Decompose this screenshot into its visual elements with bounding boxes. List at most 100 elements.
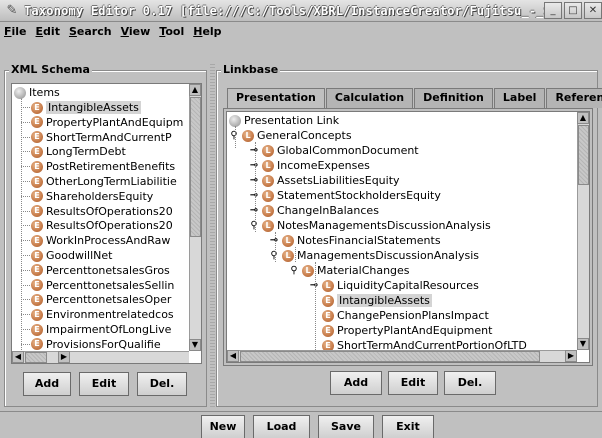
scroll-left-arrow-icon[interactable]: ◀ bbox=[227, 350, 239, 362]
schema-item[interactable]: E PostRetirementBenefits bbox=[31, 159, 175, 174]
collapsed-toggle-icon[interactable]: ⊸ bbox=[309, 280, 319, 291]
linkbase-legend: Linkbase bbox=[221, 63, 281, 76]
schema-item[interactable]: E GoodwillNet bbox=[31, 248, 112, 263]
schema-item[interactable]: E PercenttonetsalesOper bbox=[31, 292, 171, 307]
presentation-tree[interactable]: Presentation Link ⚲ L GeneralConcepts ⊸ L Glob… bbox=[226, 111, 590, 363]
schema-item[interactable]: E PercenttonetsalesGros bbox=[31, 263, 170, 278]
expanded-toggle-icon[interactable]: ⚲ bbox=[289, 265, 299, 276]
exit-button[interactable]: Exit bbox=[382, 415, 434, 438]
expanded-toggle-icon[interactable]: ⚲ bbox=[269, 250, 279, 261]
linkbase-edit-button[interactable]: Edit bbox=[388, 371, 438, 395]
tree-node[interactable]: ⊸ L LiquidityCapitalResources bbox=[309, 278, 479, 293]
schema-item[interactable]: E ImpairmentOfLongLive bbox=[31, 322, 171, 337]
link-node-icon: L bbox=[262, 144, 274, 157]
presentation-vertical-scrollbar[interactable]: ▲ ▼ bbox=[577, 112, 589, 350]
collapsed-toggle-icon[interactable]: ⊸ bbox=[249, 205, 259, 216]
scroll-left-arrow-icon[interactable]: ◀ bbox=[12, 351, 24, 363]
schema-item[interactable]: E WorkInProcessAndRaw bbox=[31, 233, 170, 248]
tree-node[interactable]: ⚲ L ManagementsDiscussionAnalysis bbox=[269, 248, 479, 263]
scroll-thumb[interactable] bbox=[190, 97, 201, 237]
schema-vertical-scrollbar[interactable]: ▲ ▼ bbox=[189, 84, 201, 351]
scroll-thumb-horizontal[interactable] bbox=[240, 351, 540, 362]
schema-item[interactable]: E ResultsOfOperations20 bbox=[31, 204, 173, 219]
schema-item[interactable]: E Environmentrelatedcos bbox=[31, 307, 174, 322]
load-button[interactable]: Load bbox=[253, 415, 310, 438]
element-node-icon: E bbox=[31, 323, 43, 336]
element-node-icon: E bbox=[31, 116, 43, 129]
tree-node[interactable]: ⊸ L IncomeExpenses bbox=[249, 158, 370, 173]
presentation-horizontal-scrollbar[interactable]: ◀ ▶ bbox=[227, 350, 577, 362]
bottom-toolbar: New Load Save Exit bbox=[0, 411, 602, 438]
folder-root-icon bbox=[14, 86, 26, 99]
collapsed-toggle-icon[interactable]: ⊸ bbox=[249, 175, 259, 186]
tree-node[interactable]: E IntangibleAssets bbox=[322, 293, 432, 308]
tree-node[interactable]: ⚲ L NotesManagementsDiscussionAnalysis bbox=[249, 218, 491, 233]
link-node-icon: L bbox=[262, 189, 274, 202]
schema-item[interactable]: E PercenttonetsalesSellin bbox=[31, 278, 174, 293]
tree-node[interactable]: E ChangePensionPlansImpact bbox=[322, 308, 489, 323]
tab-presentation[interactable]: Presentation bbox=[227, 88, 325, 109]
menu-view[interactable]: View bbox=[121, 25, 151, 38]
close-button[interactable]: ✕ bbox=[584, 2, 602, 19]
schema-delete-button[interactable]: Del. bbox=[137, 372, 187, 396]
scroll-right-arrow-icon[interactable]: ▶ bbox=[565, 350, 577, 362]
tree-node[interactable]: ⚲ L MaterialChanges bbox=[289, 263, 409, 278]
schema-item[interactable]: E ResultsOfOperations20 bbox=[31, 218, 173, 233]
expanded-toggle-icon[interactable]: ⚲ bbox=[249, 220, 259, 231]
menu-search[interactable]: Search bbox=[69, 25, 112, 38]
scroll-up-arrow-icon[interactable]: ▲ bbox=[189, 84, 201, 96]
tab-definition[interactable]: Definition bbox=[414, 88, 493, 108]
schema-item[interactable]: E ShareholdersEquity bbox=[31, 189, 153, 204]
linkbase-delete-button[interactable]: Del. bbox=[444, 371, 496, 395]
tab-label[interactable]: Label bbox=[493, 88, 546, 108]
schema-add-button[interactable]: Add bbox=[23, 372, 71, 396]
minimize-button[interactable]: _ bbox=[544, 2, 562, 19]
schema-item[interactable]: E IntangibleAssets bbox=[31, 100, 141, 115]
menu-file[interactable]: File bbox=[4, 25, 27, 38]
link-node-icon: L bbox=[262, 159, 274, 172]
collapsed-toggle-icon[interactable]: ⊸ bbox=[249, 145, 259, 156]
element-node-icon: E bbox=[31, 175, 43, 188]
schema-item[interactable]: E ShortTermAndCurrentP bbox=[31, 130, 172, 145]
save-button[interactable]: Save bbox=[318, 415, 374, 438]
scroll-thumb[interactable] bbox=[578, 125, 589, 185]
schema-tree[interactable]: Items E IntangibleAssets E PropertyPlantAnd… bbox=[11, 83, 202, 364]
tree-node[interactable]: ⊸ L GlobalCommonDocument bbox=[249, 143, 419, 158]
menu-edit[interactable]: Edit bbox=[36, 25, 60, 38]
schema-item-label: PercenttonetsalesSellin bbox=[46, 278, 175, 292]
scroll-up-arrow-icon[interactable]: ▲ bbox=[577, 112, 589, 124]
schema-horizontal-scrollbar[interactable]: ◀ ▶ bbox=[12, 351, 189, 363]
collapsed-toggle-icon[interactable]: ⊸ bbox=[249, 160, 259, 171]
schema-item-label: ResultsOfOperations20 bbox=[46, 219, 173, 233]
linkbase-add-button[interactable]: Add bbox=[330, 371, 382, 395]
tree-node[interactable]: Presentation Link bbox=[229, 113, 339, 128]
schema-item[interactable]: E ProvisionsForQualifie bbox=[31, 337, 161, 352]
tab-calculation[interactable]: Calculation bbox=[325, 88, 414, 108]
scroll-down-arrow-icon[interactable]: ▼ bbox=[577, 338, 589, 350]
tree-node[interactable]: ⊸ L AssetsLiabilitiesEquity bbox=[249, 173, 400, 188]
collapsed-toggle-icon[interactable]: ⊸ bbox=[269, 235, 279, 246]
scroll-thumb-horizontal[interactable] bbox=[25, 352, 47, 363]
scroll-right-arrow-icon[interactable]: ▶ bbox=[58, 351, 70, 363]
menu-tool[interactable]: Tool bbox=[159, 25, 184, 38]
schema-item[interactable]: E OtherLongTermLiabilitie bbox=[31, 174, 177, 189]
schema-item-label: PercenttonetsalesOper bbox=[46, 293, 172, 307]
schema-item[interactable]: E LongTermDebt bbox=[31, 144, 126, 159]
tree-node[interactable]: E PropertyPlantAndEquipment bbox=[322, 323, 492, 338]
maximize-button[interactable]: □ bbox=[564, 2, 582, 19]
tree-node[interactable]: ⊸ L NotesFinancialStatements bbox=[269, 233, 441, 248]
schema-edit-button[interactable]: Edit bbox=[79, 372, 129, 396]
new-button[interactable]: New bbox=[201, 415, 245, 438]
scroll-down-arrow-icon[interactable]: ▼ bbox=[189, 339, 201, 351]
tree-node-label: NotesManagementsDiscussionAnalysis bbox=[277, 219, 491, 232]
collapsed-toggle-icon[interactable]: ⊸ bbox=[249, 190, 259, 201]
tab-reference[interactable]: Reference bbox=[546, 88, 602, 108]
schema-item[interactable]: E PropertyPlantAndEquipm bbox=[31, 115, 183, 130]
tree-node[interactable]: ⚲ L GeneralConcepts bbox=[229, 128, 351, 143]
tree-node[interactable]: ⊸ L ChangeInBalances bbox=[249, 203, 379, 218]
panel-splitter[interactable] bbox=[210, 62, 215, 407]
menu-help[interactable]: Help bbox=[193, 25, 221, 38]
schema-root[interactable]: Items bbox=[14, 85, 60, 100]
tree-node[interactable]: ⊸ L StatementStockholdersEquity bbox=[249, 188, 441, 203]
expanded-toggle-icon[interactable]: ⚲ bbox=[229, 130, 239, 141]
